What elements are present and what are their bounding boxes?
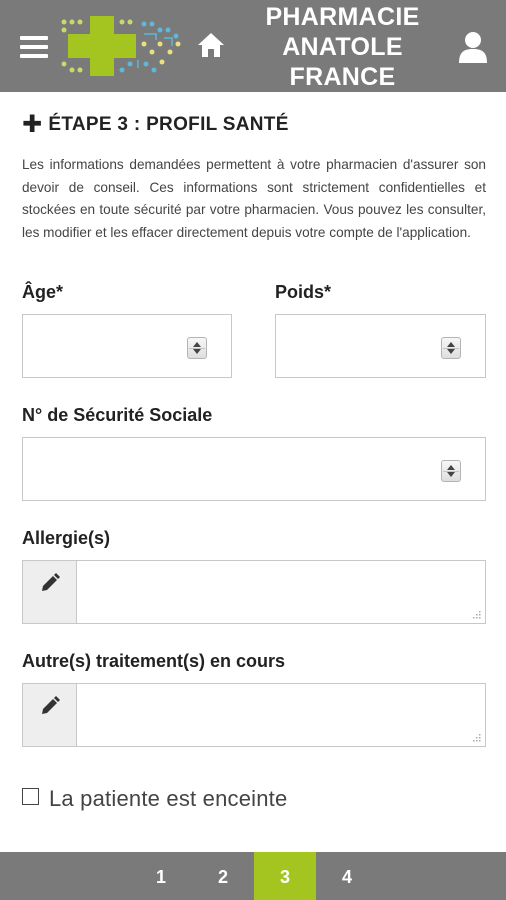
allergies-addon: [23, 561, 77, 623]
page-1-button[interactable]: 1: [130, 852, 192, 900]
pharmacy-cross-logo: [61, 16, 181, 76]
allergies-textarea[interactable]: [78, 561, 485, 623]
social-security-stepper[interactable]: [441, 460, 461, 482]
weight-input[interactable]: [275, 314, 486, 378]
treatments-textarea[interactable]: [78, 684, 485, 746]
user-icon[interactable]: [458, 30, 488, 64]
page-2-button[interactable]: 2: [192, 852, 254, 900]
treatments-field-group: [22, 683, 486, 747]
page-4-button[interactable]: 4: [316, 852, 378, 900]
plus-icon: ✚: [22, 111, 43, 138]
app-title-line: PHARMACIE: [265, 3, 420, 31]
weight-stepper[interactable]: [441, 337, 461, 359]
age-stepper[interactable]: [187, 337, 207, 359]
pregnant-label: La patiente est enceinte: [49, 786, 288, 811]
app-title: PHARMACIE ANATOLE FRANCE: [250, 2, 435, 92]
step-title-text: ÉTAPE 3 : PROFIL SANTÉ: [48, 114, 289, 135]
age-input[interactable]: [22, 314, 232, 378]
app-title-line: FRANCE: [289, 63, 396, 91]
age-label: Âge*: [22, 282, 64, 302]
weight-label: Poids*: [275, 282, 332, 302]
pregnant-checkbox[interactable]: [22, 787, 39, 805]
allergies-label: Allergie(s): [22, 528, 111, 548]
home-icon[interactable]: [196, 30, 226, 60]
hamburger-menu-icon[interactable]: [20, 36, 48, 58]
pencil-icon: [42, 696, 60, 714]
resize-grip-icon[interactable]: [471, 609, 481, 619]
social-security-label: N° de Sécurité Sociale: [22, 405, 213, 425]
step-pager: 1 2 3 4: [0, 852, 506, 900]
app-title-line: ANATOLE: [282, 33, 403, 61]
page-3-button[interactable]: 3: [254, 852, 316, 900]
pencil-icon: [42, 573, 60, 591]
allergies-field-group: [22, 560, 486, 624]
treatments-label: Autre(s) traitement(s) en cours: [22, 651, 286, 671]
app-header: PHARMACIE ANATOLE FRANCE: [0, 0, 506, 92]
treatments-addon: [23, 684, 77, 746]
intro-text: Les informations demandées permettent à …: [22, 157, 486, 240]
step-title: ✚ ÉTAPE 3 : PROFIL SANTÉ: [22, 111, 289, 138]
resize-grip-icon[interactable]: [471, 732, 481, 742]
social-security-input[interactable]: [22, 437, 486, 501]
pregnant-option[interactable]: La patiente est enceinte: [22, 786, 287, 812]
